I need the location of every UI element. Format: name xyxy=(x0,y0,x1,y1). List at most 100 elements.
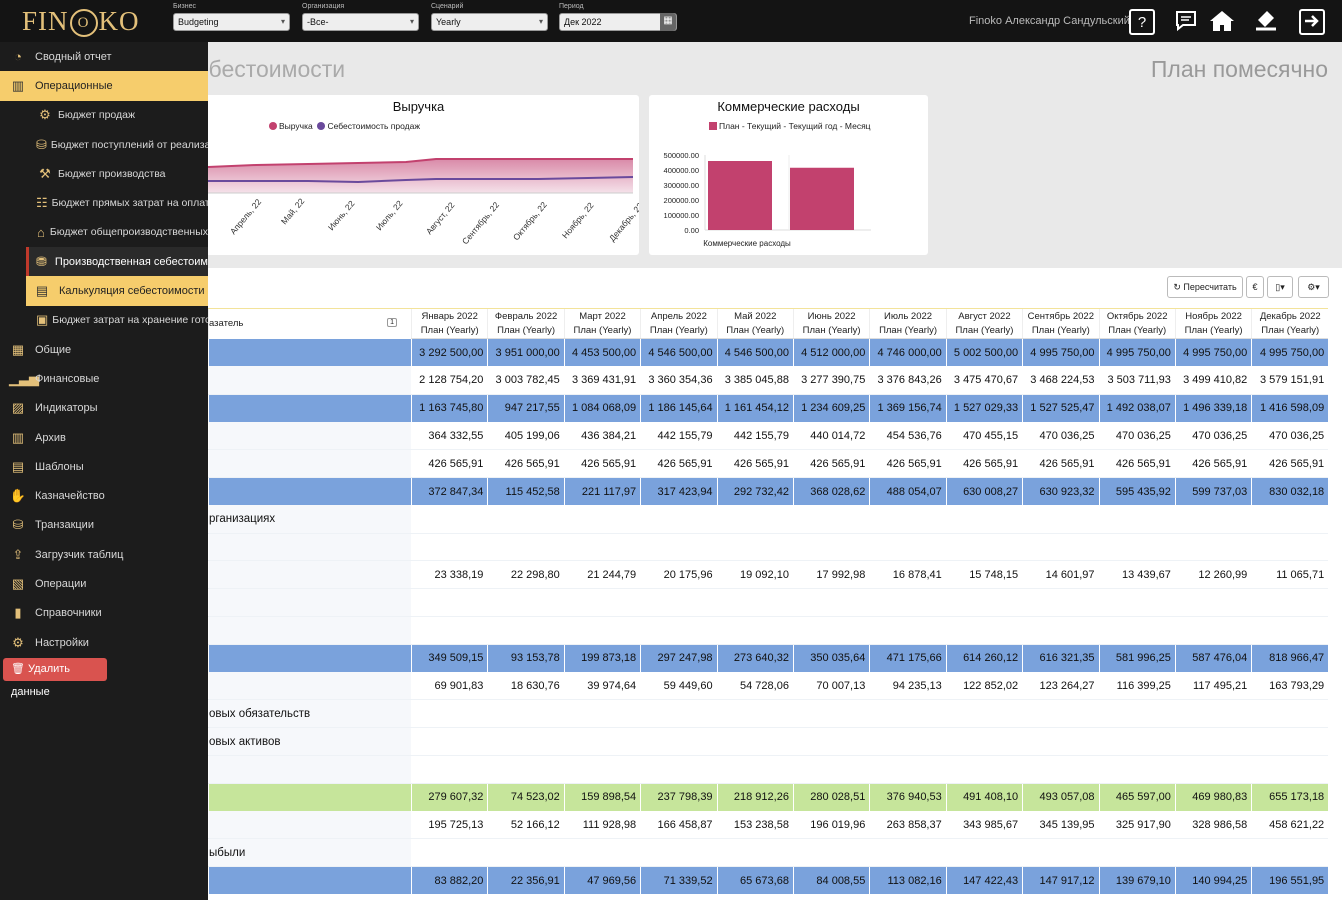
currency-button[interactable]: € xyxy=(1246,276,1264,298)
table-cell[interactable] xyxy=(563,838,641,868)
table-cell[interactable] xyxy=(410,755,488,784)
table-cell[interactable]: 4 453 500,00 xyxy=(563,338,641,367)
table-cell[interactable]: 491 408,10 xyxy=(945,783,1023,812)
business-select[interactable]: Budgeting ▾ xyxy=(173,13,290,31)
sidebar-item-templates[interactable]: ▤ Шаблоны xyxy=(0,452,208,481)
month-header[interactable]: Август 2022 xyxy=(945,308,1023,324)
table-cell[interactable]: 279 607,32 xyxy=(410,783,488,812)
table-cell[interactable]: 3 369 431,91 xyxy=(563,366,641,395)
sidebar-item-storage-budget[interactable]: ▣Бюджет затрат на хранение готовой xyxy=(0,306,208,335)
month-header[interactable]: Декабрь 2022 xyxy=(1251,308,1329,324)
table-cell[interactable]: 830 032,18 xyxy=(1251,477,1329,506)
table-cell[interactable]: 470 036,25 xyxy=(1098,421,1176,451)
table-cell[interactable] xyxy=(945,616,1023,645)
table-cell[interactable]: 237 798,39 xyxy=(640,783,718,812)
table-cell[interactable]: 147 917,12 xyxy=(1022,866,1100,895)
logout-icon[interactable] xyxy=(1299,9,1325,35)
table-cell[interactable]: 2 128 754,20 xyxy=(410,366,488,395)
table-cell[interactable] xyxy=(869,616,947,645)
table-cell[interactable]: 21 244,79 xyxy=(563,560,641,590)
table-cell[interactable]: 11 065,71 xyxy=(1251,560,1329,590)
table-cell[interactable]: 47 969,56 xyxy=(563,866,641,895)
table-cell[interactable]: 14 601,97 xyxy=(1022,560,1100,590)
table-cell[interactable]: 599 737,03 xyxy=(1174,477,1252,506)
table-cell[interactable]: 4 995 750,00 xyxy=(1098,338,1176,367)
table-cell[interactable]: 349 509,15 xyxy=(410,644,488,673)
table-cell[interactable] xyxy=(1022,755,1100,784)
table-cell[interactable] xyxy=(487,755,565,784)
table-cell[interactable]: 3 468 224,53 xyxy=(1022,366,1100,395)
table-cell[interactable] xyxy=(945,727,1023,756)
table-cell[interactable]: 280 028,51 xyxy=(792,783,870,812)
table-cell[interactable] xyxy=(1251,755,1329,784)
sort-badge[interactable]: 1 xyxy=(387,318,397,328)
table-cell[interactable]: 1 084 068,09 xyxy=(563,394,641,422)
table-cell[interactable]: 442 155,79 xyxy=(640,421,718,451)
table-cell[interactable]: 59 449,60 xyxy=(640,672,718,701)
table-cell[interactable] xyxy=(1098,505,1176,534)
table-cell[interactable] xyxy=(487,838,565,868)
table-row[interactable]: 3 292 500,00 3 951 000,00 4 453 500,00 4 54… xyxy=(208,338,1329,367)
table-cell[interactable] xyxy=(1251,533,1329,562)
table-cell[interactable] xyxy=(1022,505,1100,534)
table-cell[interactable] xyxy=(563,699,641,729)
table-cell[interactable] xyxy=(563,533,641,562)
table-cell[interactable]: 3 385 045,88 xyxy=(716,366,794,395)
table-cell[interactable]: 52 166,12 xyxy=(487,811,565,840)
table-cell[interactable]: 3 277 390,75 xyxy=(792,366,870,395)
table-cell[interactable] xyxy=(410,588,488,617)
table-cell[interactable] xyxy=(792,838,870,868)
sidebar-item-treasury[interactable]: ✋ Казначейство xyxy=(0,481,208,510)
sidebar-item-settings[interactable]: ⚙ Настройки xyxy=(0,628,208,657)
table-row[interactable]: 426 565,91 426 565,91 426 565,91 426 565,91… xyxy=(208,449,1329,478)
commercial-bar[interactable] xyxy=(790,167,854,230)
table-cell[interactable] xyxy=(410,505,488,534)
month-header[interactable]: Июнь 2022 xyxy=(792,308,870,324)
logo[interactable]: FIN O KO xyxy=(22,6,140,37)
table-cell[interactable]: 4 546 500,00 xyxy=(640,338,718,367)
legend-revenue[interactable]: Выручка xyxy=(279,121,313,131)
table-cell[interactable]: 263 858,37 xyxy=(869,811,947,840)
period-input[interactable]: Дек 2022 ▦ xyxy=(559,13,677,31)
table-cell[interactable]: 18 630,76 xyxy=(487,672,565,701)
table-cell[interactable] xyxy=(945,588,1023,617)
table-row[interactable]: овых обязательств xyxy=(208,699,1329,729)
table-cell[interactable]: 4 995 750,00 xyxy=(1174,338,1252,367)
table-cell[interactable] xyxy=(410,533,488,562)
table-cell[interactable] xyxy=(1022,699,1100,729)
calendar-icon[interactable]: ▦ xyxy=(660,13,676,31)
table-cell[interactable] xyxy=(1098,727,1176,756)
indicator-header[interactable]: азатель 1 xyxy=(208,308,412,339)
table-cell[interactable] xyxy=(716,505,794,534)
sidebar-item-sales-budget[interactable]: ⚙ Бюджет продаж xyxy=(0,101,208,130)
table-cell[interactable]: 376 940,53 xyxy=(869,783,947,812)
table-cell[interactable]: 630 008,27 xyxy=(945,477,1023,506)
sidebar-item-direct-labor[interactable]: ☷ Бюджет прямых затрат на оплату xyxy=(0,188,208,217)
table-cell[interactable]: 4 546 500,00 xyxy=(716,338,794,367)
sidebar-item-overhead[interactable]: ⌂ Бюджет общепроизводственных xyxy=(0,218,208,247)
sidebar-item-receipts-budget[interactable]: ⛁Бюджет поступлений от реализации xyxy=(0,130,208,159)
table-cell[interactable]: 218 912,26 xyxy=(716,783,794,812)
table-cell[interactable]: 69 901,83 xyxy=(410,672,488,701)
scenario-select[interactable]: Yearly ▾ xyxy=(431,13,548,31)
legend-cost[interactable]: Себестоимость продаж xyxy=(327,121,420,131)
table-cell[interactable]: 4 746 000,00 xyxy=(869,338,947,367)
table-cell[interactable] xyxy=(1174,505,1252,534)
table-row[interactable] xyxy=(208,616,1329,645)
table-cell[interactable] xyxy=(1022,727,1100,756)
table-cell[interactable]: 343 985,67 xyxy=(945,811,1023,840)
table-cell[interactable] xyxy=(640,727,718,756)
table-cell[interactable] xyxy=(487,727,565,756)
table-cell[interactable]: 111 928,98 xyxy=(563,811,641,840)
table-cell[interactable]: 1 186 145,64 xyxy=(640,394,718,422)
table-cell[interactable]: 493 057,08 xyxy=(1022,783,1100,812)
table-cell[interactable]: 3 951 000,00 xyxy=(487,338,565,367)
table-cell[interactable]: 292 732,42 xyxy=(716,477,794,506)
table-cell[interactable] xyxy=(1022,533,1100,562)
table-cell[interactable]: 163 793,29 xyxy=(1251,672,1329,701)
table-cell[interactable] xyxy=(1251,838,1329,868)
table-cell[interactable]: 426 565,91 xyxy=(945,449,1023,478)
table-cell[interactable] xyxy=(1174,699,1252,729)
table-cell[interactable] xyxy=(1251,699,1329,729)
table-cell[interactable]: 488 054,07 xyxy=(869,477,947,506)
